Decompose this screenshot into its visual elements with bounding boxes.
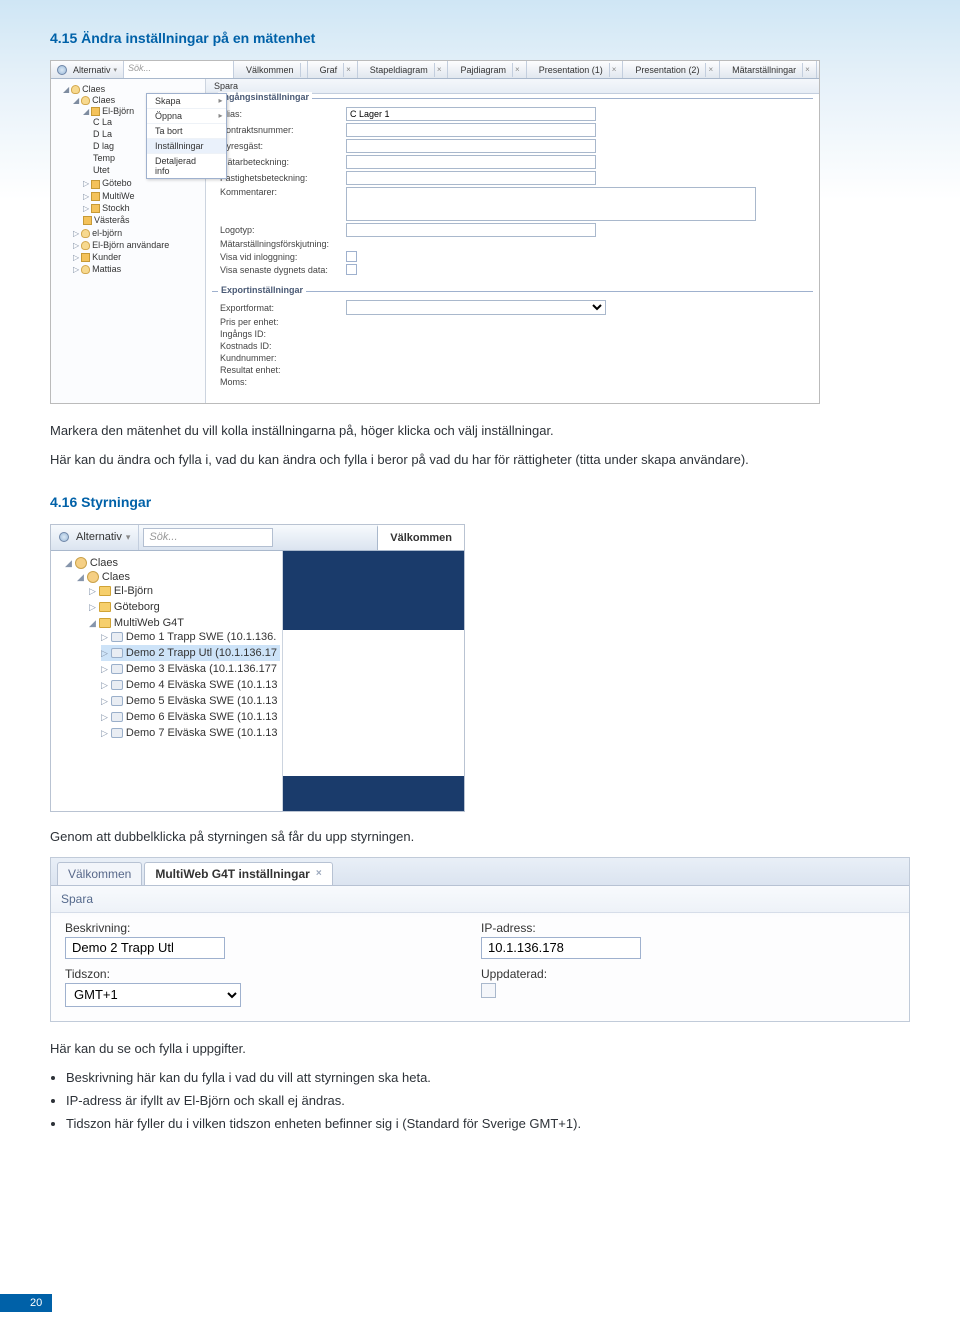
uppdaterad-label: Uppdaterad: xyxy=(481,967,641,981)
styrning-settings-screenshot: Välkommen MultiWeb G4T inställningar × S… xyxy=(50,857,910,1022)
search-input-2[interactable]: Sök... xyxy=(143,528,273,547)
tree-device[interactable]: ▷Demo 4 Elväska SWE (10.1.13 xyxy=(101,677,280,693)
tree-item[interactable]: ▷El-Björn användare xyxy=(73,239,203,251)
bullet-list: Beskrivning här kan du fylla i vad du vi… xyxy=(50,1068,910,1134)
tree-item[interactable]: Västerås xyxy=(83,214,203,226)
visa-inlog-checkbox[interactable] xyxy=(346,251,357,262)
ctx-installningar[interactable]: Inställningar xyxy=(147,139,226,154)
bullet: IP-adress är ifyllt av El-Björn och skal… xyxy=(66,1091,910,1112)
tab-strip: Välkommen Graf× Stapeldiagram× Pajdiagra… xyxy=(234,61,819,78)
para2: Här kan du ändra och fylla i, vad du kan… xyxy=(50,451,910,470)
search-input[interactable]: Sök... xyxy=(124,61,234,78)
close-icon[interactable]: × xyxy=(316,868,322,879)
tree-item[interactable]: ▷el-björn xyxy=(73,227,203,239)
beskrivning-input[interactable] xyxy=(65,937,225,959)
beskrivning-label: Beskrivning: xyxy=(65,921,241,935)
section-416-title: 4.16 Styrningar xyxy=(50,494,910,510)
tree-device[interactable]: ▷Demo 7 Elväska SWE (10.1.13 xyxy=(101,725,280,741)
tree-folder[interactable]: ▷El-Björn xyxy=(89,583,280,599)
tidszon-label: Tidszon: xyxy=(65,967,241,981)
ip-label: IP-adress: xyxy=(481,921,641,935)
app-icon xyxy=(57,65,67,75)
tab-valkommen[interactable]: Välkommen xyxy=(234,61,308,78)
tree-item[interactable]: ▷Mattias xyxy=(73,263,203,275)
tree-item[interactable]: ▷MultiWe xyxy=(83,190,203,202)
tree-item[interactable]: ▷Kunder xyxy=(73,251,203,263)
visa-dygn-checkbox[interactable] xyxy=(346,264,357,275)
tab-strip-3: Välkommen MultiWeb G4T inställningar × xyxy=(51,858,909,886)
top-toolbar: Alternativ ▾ Sök... Välkommen Graf× Stap… xyxy=(51,61,819,79)
ctx-skapa[interactable]: Skapa xyxy=(147,94,226,109)
alias-input[interactable] xyxy=(346,107,596,121)
uppdaterad-checkbox[interactable] xyxy=(481,983,496,998)
nav-tree-2[interactable]: ◢Claes ◢Claes ▷El-Björn ▷Göteborg ◢Multi… xyxy=(51,551,283,811)
hyresgast-input[interactable] xyxy=(346,139,596,153)
tab-presentation1[interactable]: Presentation (1)× xyxy=(527,61,624,78)
matarbet-input[interactable] xyxy=(346,155,596,169)
tab-valkommen-3[interactable]: Välkommen xyxy=(57,862,142,885)
para4: Här kan du se och fylla i uppgifter. xyxy=(50,1040,910,1059)
nav-tree[interactable]: ◢Claes ◢Claes ◢El-Björn C La D La D lag xyxy=(51,79,206,403)
tree-device[interactable]: ▷Demo 6 Elväska SWE (10.1.13 xyxy=(101,709,280,725)
tab-valkommen-2[interactable]: Välkommen xyxy=(377,525,464,550)
tab-graf[interactable]: Graf× xyxy=(308,61,358,78)
tab-presentation2[interactable]: Presentation (2)× xyxy=(623,61,720,78)
app-icon xyxy=(59,532,69,542)
ctx-tabort[interactable]: Ta bort xyxy=(147,124,226,139)
ip-input[interactable] xyxy=(481,937,641,959)
exportformat-select[interactable] xyxy=(346,300,606,315)
section-415-title: 4.15 Ändra inställningar på en mätenhet xyxy=(50,30,910,46)
tree-item[interactable]: ▷Stockh xyxy=(83,202,203,214)
tree-device[interactable]: ▷Demo 1 Trapp SWE (10.1.136. xyxy=(101,629,280,645)
tab-g4t-installningar[interactable]: MultiWeb G4T inställningar × xyxy=(144,862,332,885)
tree-folder[interactable]: ▷Göteborg xyxy=(89,599,280,615)
tab-matarstallningar[interactable]: Mätarställningar× xyxy=(720,61,817,78)
context-menu: Skapa Öppna Ta bort Inställningar Detalj… xyxy=(146,93,227,179)
para3: Genom att dubbelklicka på styrningen så … xyxy=(50,828,910,847)
bullet: Tidszon här fyller du i vilken tidszon e… xyxy=(66,1114,910,1135)
alternativ-menu-2[interactable]: Alternativ ▾ xyxy=(51,525,139,550)
tab-pajdiagram[interactable]: Pajdiagram× xyxy=(448,61,526,78)
tab-stapeldiagram[interactable]: Stapeldiagram× xyxy=(358,61,449,78)
fastighet-input[interactable] xyxy=(346,171,596,185)
save-button-3[interactable]: Spara xyxy=(51,886,909,913)
kommentar-input[interactable] xyxy=(346,187,756,221)
ingangs-fieldset: Ingångsinställningar Alias: Kontraktsnum… xyxy=(212,98,813,283)
kontrakt-input[interactable] xyxy=(346,123,596,137)
preview-panel xyxy=(283,551,464,811)
tree-item[interactable]: ▷Götebo xyxy=(83,177,203,189)
logotyp-input[interactable] xyxy=(346,223,596,237)
export-fieldset: Exportinställningar Exportformat: Pris p… xyxy=(212,291,813,395)
page-number: 20 xyxy=(0,1294,52,1312)
tree-screenshot: Alternativ ▾ Sök... Välkommen ◢Claes ◢Cl… xyxy=(50,524,465,812)
settings-screenshot: Alternativ ▾ Sök... Välkommen Graf× Stap… xyxy=(50,60,820,404)
tree-device[interactable]: ▷Demo 3 Elväska (10.1.136.177 xyxy=(101,661,280,677)
tree-folder[interactable]: ◢MultiWeb G4T ▷Demo 1 Trapp SWE (10.1.13… xyxy=(89,615,280,743)
bullet: Beskrivning här kan du fylla i vad du vi… xyxy=(66,1068,910,1089)
ctx-oppna[interactable]: Öppna xyxy=(147,109,226,124)
ctx-detaljerad[interactable]: Detaljerad info xyxy=(147,154,226,178)
alternativ-menu[interactable]: Alternativ ▾ xyxy=(51,61,124,78)
tidszon-select[interactable]: GMT+1 xyxy=(65,983,241,1007)
tree-device-selected[interactable]: ▷Demo 2 Trapp Utl (10.1.136.17 xyxy=(101,645,280,661)
para1: Markera den mätenhet du vill kolla instä… xyxy=(50,422,910,441)
tab-fakturaunder[interactable]: Fakturaunder xyxy=(817,61,819,78)
tree-device[interactable]: ▷Demo 5 Elväska SWE (10.1.13 xyxy=(101,693,280,709)
